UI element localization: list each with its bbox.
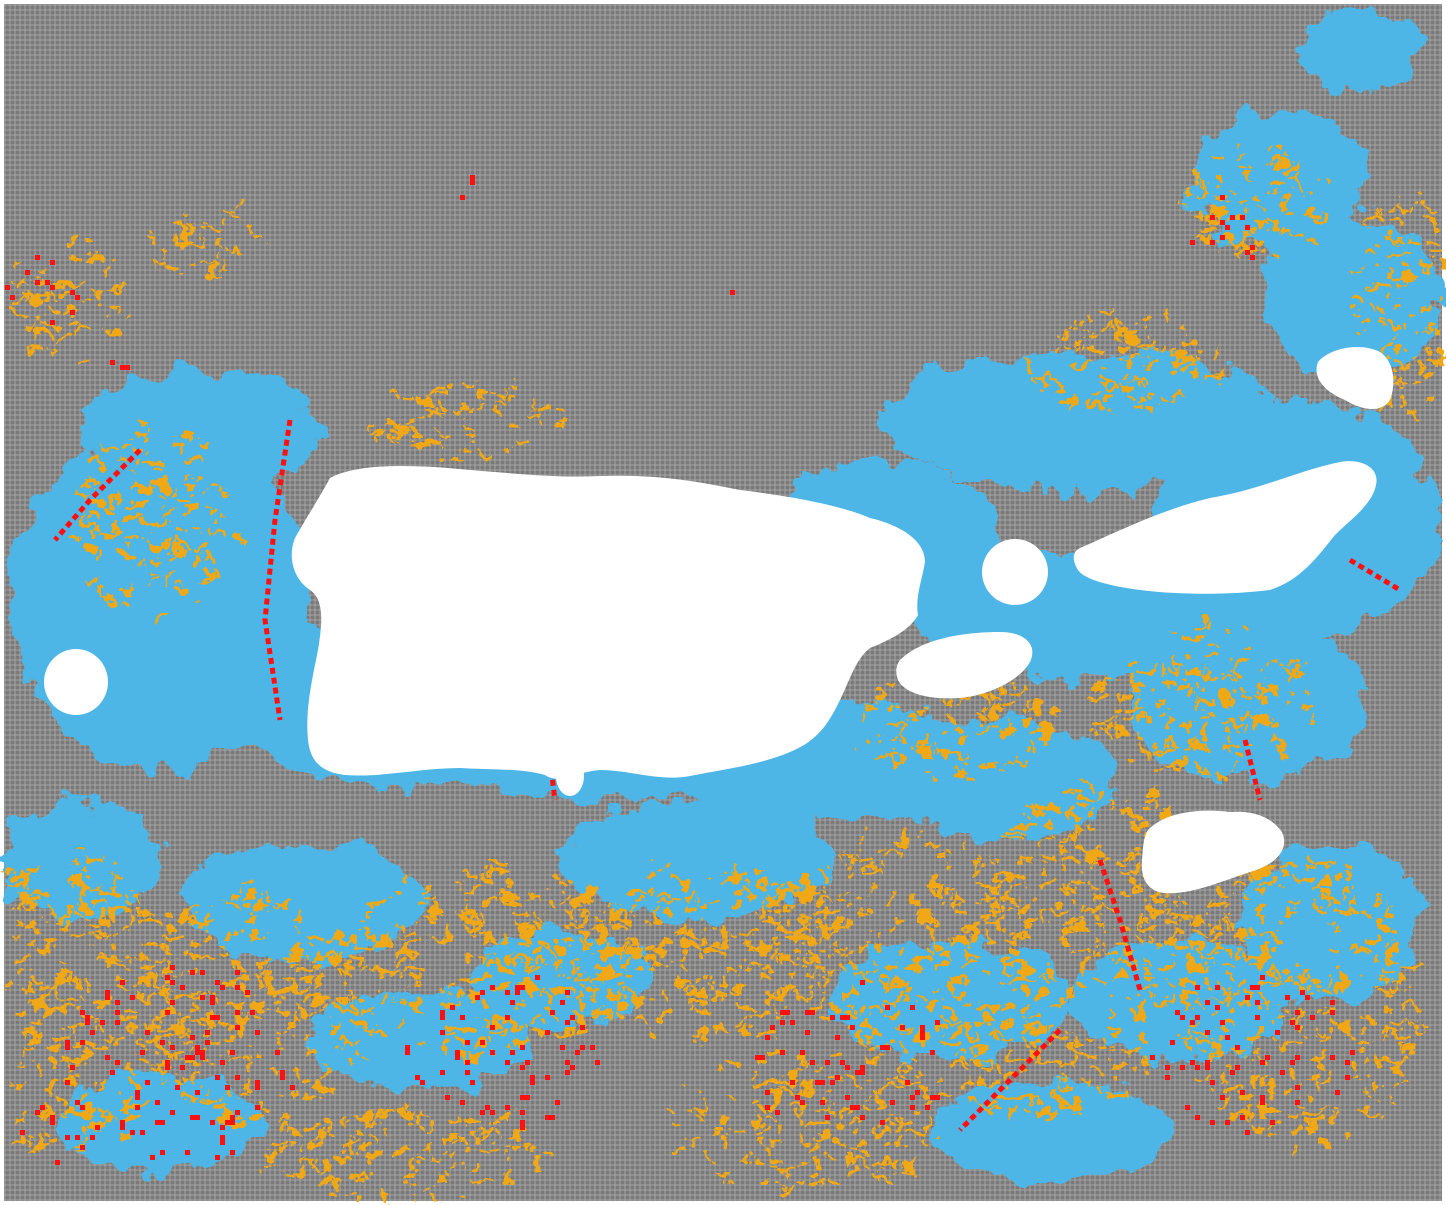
west-islet	[44, 649, 108, 715]
map-frame	[0, 0, 1446, 1205]
south-shore-islet	[556, 756, 584, 796]
ocean-classification-map	[0, 4, 1445, 1205]
east-islet-small	[982, 539, 1048, 605]
